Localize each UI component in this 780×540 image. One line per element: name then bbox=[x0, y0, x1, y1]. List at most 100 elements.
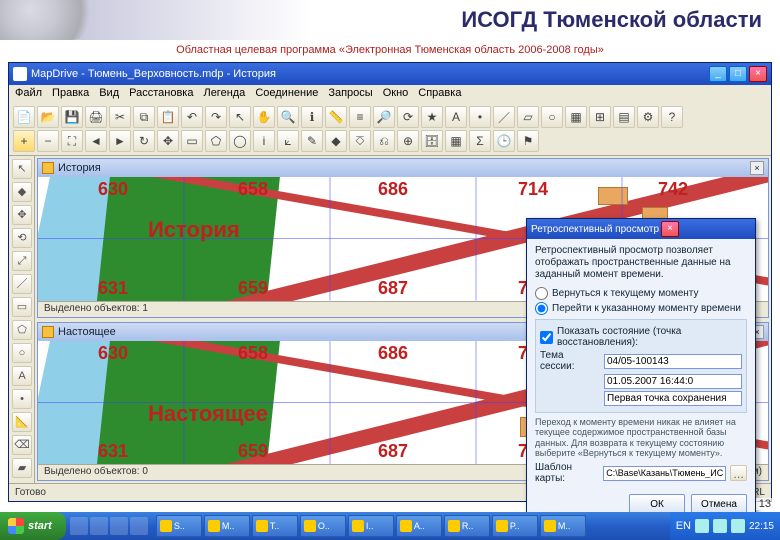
tool-next-icon[interactable]: ► bbox=[109, 130, 131, 152]
tool-text-icon[interactable]: A bbox=[445, 106, 467, 128]
tool-split-icon[interactable]: ⎏ bbox=[349, 130, 371, 152]
start-button[interactable]: start bbox=[0, 512, 66, 540]
tool-select-icon[interactable]: ↖ bbox=[229, 106, 251, 128]
tool-zoomfull-icon[interactable]: ⛶ bbox=[61, 130, 83, 152]
tool-measure-icon[interactable]: 📏 bbox=[325, 106, 347, 128]
tool-line-icon[interactable]: ／ bbox=[493, 106, 515, 128]
tool-history-icon[interactable]: 🕒 bbox=[493, 130, 515, 152]
tool-gear-icon[interactable]: ⚙ bbox=[637, 106, 659, 128]
ql-desktop-icon[interactable] bbox=[70, 517, 88, 535]
browse-button[interactable]: … bbox=[730, 465, 747, 481]
tool-selpoly-icon[interactable]: ⬠ bbox=[205, 130, 227, 152]
side-rect-icon[interactable]: ▭ bbox=[12, 297, 32, 317]
tool-layers-icon[interactable]: ≡ bbox=[349, 106, 371, 128]
task-button[interactable]: S.. bbox=[156, 515, 202, 537]
tool-copy-icon[interactable]: ⧉ bbox=[133, 106, 155, 128]
tool-db-icon[interactable]: 🗄 bbox=[421, 130, 443, 152]
tray-network-icon[interactable] bbox=[713, 519, 727, 533]
tool-cut-icon[interactable]: ✂ bbox=[109, 106, 131, 128]
task-button[interactable]: R.. bbox=[444, 515, 490, 537]
tray-shield-icon[interactable] bbox=[731, 519, 745, 533]
side-point-icon[interactable]: • bbox=[12, 389, 32, 409]
tool-zoom-icon[interactable]: 🔍 bbox=[277, 106, 299, 128]
tool-circle-icon[interactable]: ○ bbox=[541, 106, 563, 128]
checkbox-show-state[interactable] bbox=[540, 331, 553, 344]
tool-vertex-icon[interactable]: ◆ bbox=[325, 130, 347, 152]
dialog-titlebar[interactable]: Ретроспективный просмотр × bbox=[527, 219, 755, 239]
menu-file[interactable]: Файл bbox=[15, 87, 42, 101]
side-scale-icon[interactable]: ⤢ bbox=[12, 251, 32, 271]
side-node-icon[interactable]: ◆ bbox=[12, 182, 32, 202]
menu-connection[interactable]: Соединение bbox=[255, 87, 318, 101]
menu-help[interactable]: Справка bbox=[418, 87, 461, 101]
tool-snap-icon[interactable]: ⊕ bbox=[397, 130, 419, 152]
tool-help-icon[interactable]: ? bbox=[661, 106, 683, 128]
savepoint-input[interactable] bbox=[604, 391, 742, 406]
menu-edit[interactable]: Правка bbox=[52, 87, 89, 101]
close-button[interactable]: × bbox=[749, 66, 767, 82]
side-line-icon[interactable]: ／ bbox=[12, 274, 32, 294]
radio-specified[interactable] bbox=[535, 302, 548, 315]
tool-zoomout-icon[interactable]: − bbox=[37, 130, 59, 152]
titlebar[interactable]: MapDrive - Тюмень_Верховность.mdp - Исто… bbox=[9, 63, 771, 85]
radio-current[interactable] bbox=[535, 287, 548, 300]
menu-queries[interactable]: Запросы bbox=[328, 87, 372, 101]
session-input[interactable] bbox=[604, 354, 742, 369]
side-rotate-icon[interactable]: ⟲ bbox=[12, 228, 32, 248]
tool-find-icon[interactable]: 🔎 bbox=[373, 106, 395, 128]
side-select-icon[interactable]: ↖ bbox=[12, 159, 32, 179]
menu-window[interactable]: Окно bbox=[383, 87, 409, 101]
task-button[interactable]: M.. bbox=[540, 515, 586, 537]
lang-indicator[interactable]: EN bbox=[676, 520, 691, 532]
ql-browser-icon[interactable] bbox=[90, 517, 108, 535]
tool-pan-icon[interactable]: ✋ bbox=[253, 106, 275, 128]
side-text-icon[interactable]: A bbox=[12, 366, 32, 386]
task-button[interactable]: P.. bbox=[492, 515, 538, 537]
tool-info-icon[interactable]: ℹ bbox=[301, 106, 323, 128]
task-button[interactable]: I.. bbox=[348, 515, 394, 537]
menu-view[interactable]: Вид bbox=[99, 87, 119, 101]
tool-refresh2-icon[interactable]: ↻ bbox=[133, 130, 155, 152]
task-button[interactable]: O.. bbox=[300, 515, 346, 537]
tool-pan2-icon[interactable]: ✥ bbox=[157, 130, 179, 152]
task-button[interactable]: A.. bbox=[396, 515, 442, 537]
side-move-icon[interactable]: ✥ bbox=[12, 205, 32, 225]
datetime-input[interactable] bbox=[604, 374, 742, 389]
tool-paste-icon[interactable]: 📋 bbox=[157, 106, 179, 128]
tool-save-icon[interactable]: 💾 bbox=[61, 106, 83, 128]
minimize-button[interactable]: _ bbox=[709, 66, 727, 82]
tool-refresh-icon[interactable]: ⟳ bbox=[397, 106, 419, 128]
task-button[interactable]: M.. bbox=[204, 515, 250, 537]
clock[interactable]: 22:15 bbox=[749, 521, 774, 532]
tool-identify-icon[interactable]: i bbox=[253, 130, 275, 152]
tool-redo-icon[interactable]: ↷ bbox=[205, 106, 227, 128]
tool-bookmark-icon[interactable]: ★ bbox=[421, 106, 443, 128]
ql-app-icon[interactable] bbox=[130, 517, 148, 535]
side-poly-icon[interactable]: ⬠ bbox=[12, 320, 32, 340]
tool-point-icon[interactable]: • bbox=[469, 106, 491, 128]
tool-zoomin-icon[interactable]: + bbox=[13, 130, 35, 152]
tool-undo-icon[interactable]: ↶ bbox=[181, 106, 203, 128]
tool-selrect-icon[interactable]: ▭ bbox=[181, 130, 203, 152]
view-history-titlebar[interactable]: История × bbox=[38, 159, 768, 177]
tool-table-icon[interactable]: ▦ bbox=[445, 130, 467, 152]
tray-volume-icon[interactable] bbox=[695, 519, 709, 533]
tool-print-icon[interactable]: 🖨 bbox=[85, 106, 107, 128]
tool-query-icon[interactable]: Σ bbox=[469, 130, 491, 152]
tool-open-icon[interactable]: 📂 bbox=[37, 106, 59, 128]
tool-measure2-icon[interactable]: ⟀ bbox=[277, 130, 299, 152]
tool-selcirc-icon[interactable]: ◯ bbox=[229, 130, 251, 152]
maximize-button[interactable]: □ bbox=[729, 66, 747, 82]
task-button[interactable]: T.. bbox=[252, 515, 298, 537]
tool-prev-icon[interactable]: ◄ bbox=[85, 130, 107, 152]
ql-mail-icon[interactable] bbox=[110, 517, 128, 535]
tool-flag-icon[interactable]: ⚑ bbox=[517, 130, 539, 152]
tool-tile-icon[interactable]: ▤ bbox=[613, 106, 635, 128]
side-fill-icon[interactable]: ▰ bbox=[12, 458, 32, 478]
side-circle-icon[interactable]: ○ bbox=[12, 343, 32, 363]
tool-new-icon[interactable]: 📄 bbox=[13, 106, 35, 128]
dialog-close-icon[interactable]: × bbox=[661, 221, 679, 237]
tool-poly-icon[interactable]: ▱ bbox=[517, 106, 539, 128]
side-measure-icon[interactable]: 📐 bbox=[12, 412, 32, 432]
path-input[interactable] bbox=[603, 466, 726, 481]
